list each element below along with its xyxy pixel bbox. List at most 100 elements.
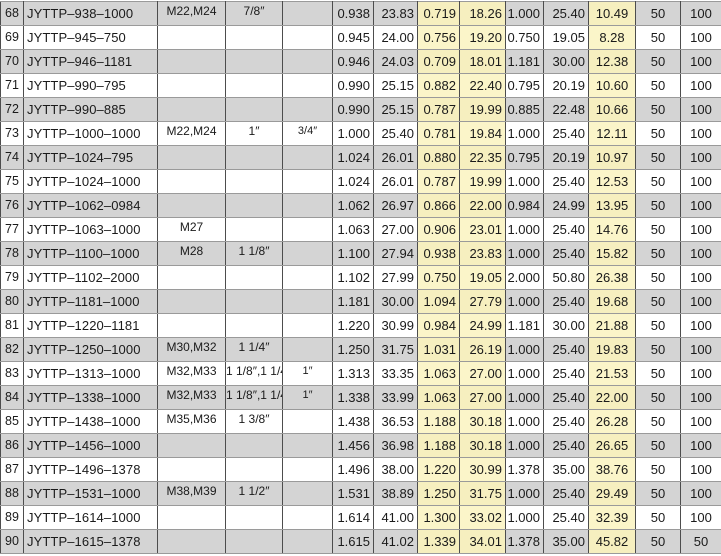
inner-diameter-mm-cell: 33.02 (460, 506, 506, 530)
qty-cell: 50 (636, 482, 681, 506)
outer-diameter-mm-cell: 30.00 (374, 290, 418, 314)
table-row: 69JYTTP–945–7500.94524.000.75619.200.750… (1, 26, 721, 50)
length-mm-cell: 50.80 (544, 266, 589, 290)
inner-diameter-in-cell: 0.880 (418, 146, 460, 170)
area-cell: 14.76 (589, 218, 636, 242)
row-number-cell: 83 (1, 362, 24, 386)
inner-diameter-in-cell: 0.709 (418, 50, 460, 74)
inch-size-cell (226, 50, 283, 74)
thread-size-cell (158, 314, 226, 338)
outer-diameter-in-cell: 1.000 (333, 122, 374, 146)
length-in-cell: 1.000 (506, 338, 544, 362)
qty-cell: 100 (681, 482, 721, 506)
area-cell: 38.76 (589, 458, 636, 482)
thread-size-cell (158, 434, 226, 458)
length-mm-cell: 30.00 (544, 50, 589, 74)
inner-diameter-in-cell: 1.031 (418, 338, 460, 362)
length-in-cell: 1.000 (506, 506, 544, 530)
area-cell: 13.95 (589, 194, 636, 218)
length-mm-cell: 25.40 (544, 434, 589, 458)
outer-diameter-in-cell: 1.024 (333, 146, 374, 170)
inner-diameter-in-cell: 1.188 (418, 410, 460, 434)
thread-size-cell (158, 146, 226, 170)
inch-size-alt-cell (283, 2, 333, 26)
outer-diameter-mm-cell: 36.98 (374, 434, 418, 458)
inch-size-cell: 1 1/8″,1 1/4″ (226, 386, 283, 410)
length-in-cell: 1.000 (506, 290, 544, 314)
inner-diameter-mm-cell: 30.99 (460, 458, 506, 482)
part-number-cell: JYTTP–1181–1000 (24, 290, 158, 314)
length-mm-cell: 25.40 (544, 410, 589, 434)
length-mm-cell: 25.40 (544, 506, 589, 530)
table-row: 85JYTTP–1438–1000M35,M361 3/8″1.43836.53… (1, 410, 721, 434)
outer-diameter-in-cell: 1.181 (333, 290, 374, 314)
length-in-cell: 0.984 (506, 194, 544, 218)
inner-diameter-mm-cell: 19.84 (460, 122, 506, 146)
row-number-cell: 72 (1, 98, 24, 122)
inch-size-cell (226, 458, 283, 482)
part-number-cell: JYTTP–1313–1000 (24, 362, 158, 386)
inner-diameter-mm-cell: 18.01 (460, 50, 506, 74)
outer-diameter-mm-cell: 41.00 (374, 506, 418, 530)
part-number-cell: JYTTP–1614–1000 (24, 506, 158, 530)
qty-cell: 100 (681, 74, 721, 98)
row-number-cell: 71 (1, 74, 24, 98)
length-in-cell: 1.378 (506, 530, 544, 554)
qty-cell: 100 (681, 242, 721, 266)
thread-size-cell: M38,M39 (158, 482, 226, 506)
table-row: 78JYTTP–1100–1000M281 1/8″1.10027.940.93… (1, 242, 721, 266)
length-mm-cell: 35.00 (544, 530, 589, 554)
inch-size-alt-cell: 3/4″ (283, 122, 333, 146)
row-number-cell: 81 (1, 314, 24, 338)
part-number-cell: JYTTP–1000–1000 (24, 122, 158, 146)
table-row: 87JYTTP–1496–13781.49638.001.22030.991.3… (1, 458, 721, 482)
inner-diameter-in-cell: 1.300 (418, 506, 460, 530)
inner-diameter-in-cell: 0.787 (418, 170, 460, 194)
inch-size-cell (226, 98, 283, 122)
qty-cell: 50 (636, 50, 681, 74)
qty-cell: 50 (636, 218, 681, 242)
inch-size-cell: 7/8″ (226, 2, 283, 26)
inch-size-cell (226, 26, 283, 50)
outer-diameter-in-cell: 0.945 (333, 26, 374, 50)
outer-diameter-in-cell: 0.990 (333, 98, 374, 122)
length-mm-cell: 35.00 (544, 458, 589, 482)
inch-size-alt-cell (283, 338, 333, 362)
qty-cell: 100 (681, 146, 721, 170)
inner-diameter-mm-cell: 19.99 (460, 170, 506, 194)
qty-cell: 50 (636, 74, 681, 98)
length-in-cell: 1.000 (506, 170, 544, 194)
inch-size-cell (226, 74, 283, 98)
qty-cell: 100 (681, 218, 721, 242)
thread-size-cell: M28 (158, 242, 226, 266)
parts-table: 68JYTTP–938–1000M22,M247/8″0.93823.830.7… (0, 1, 721, 554)
inch-size-alt-cell (283, 146, 333, 170)
area-cell: 12.53 (589, 170, 636, 194)
table-row: 80JYTTP–1181–10001.18130.001.09427.791.0… (1, 290, 721, 314)
area-cell: 29.49 (589, 482, 636, 506)
table-row: 70JYTTP–946–11810.94624.030.70918.011.18… (1, 50, 721, 74)
length-in-cell: 0.795 (506, 146, 544, 170)
outer-diameter-mm-cell: 24.03 (374, 50, 418, 74)
length-mm-cell: 19.05 (544, 26, 589, 50)
part-number-cell: JYTTP–1102–2000 (24, 266, 158, 290)
table-row: 83JYTTP–1313–1000M32,M331 1/8″,1 1/4″1″1… (1, 362, 721, 386)
qty-cell: 100 (681, 98, 721, 122)
outer-diameter-mm-cell: 38.00 (374, 458, 418, 482)
row-number-cell: 89 (1, 506, 24, 530)
inch-size-alt-cell (283, 74, 333, 98)
inch-size-cell (226, 218, 283, 242)
qty-cell: 50 (636, 98, 681, 122)
inch-size-cell (226, 266, 283, 290)
outer-diameter-mm-cell: 27.94 (374, 242, 418, 266)
thread-size-cell: M32,M33 (158, 362, 226, 386)
part-number-cell: JYTTP–1438–1000 (24, 410, 158, 434)
inner-diameter-mm-cell: 19.20 (460, 26, 506, 50)
table-row: 79JYTTP–1102–20001.10227.990.75019.052.0… (1, 266, 721, 290)
part-number-cell: JYTTP–1062–0984 (24, 194, 158, 218)
qty-cell: 100 (681, 338, 721, 362)
table-row: 73JYTTP–1000–1000M22,M241″3/4″1.00025.40… (1, 122, 721, 146)
area-cell: 26.65 (589, 434, 636, 458)
row-number-cell: 90 (1, 530, 24, 554)
table-body: 68JYTTP–938–1000M22,M247/8″0.93823.830.7… (1, 2, 721, 554)
